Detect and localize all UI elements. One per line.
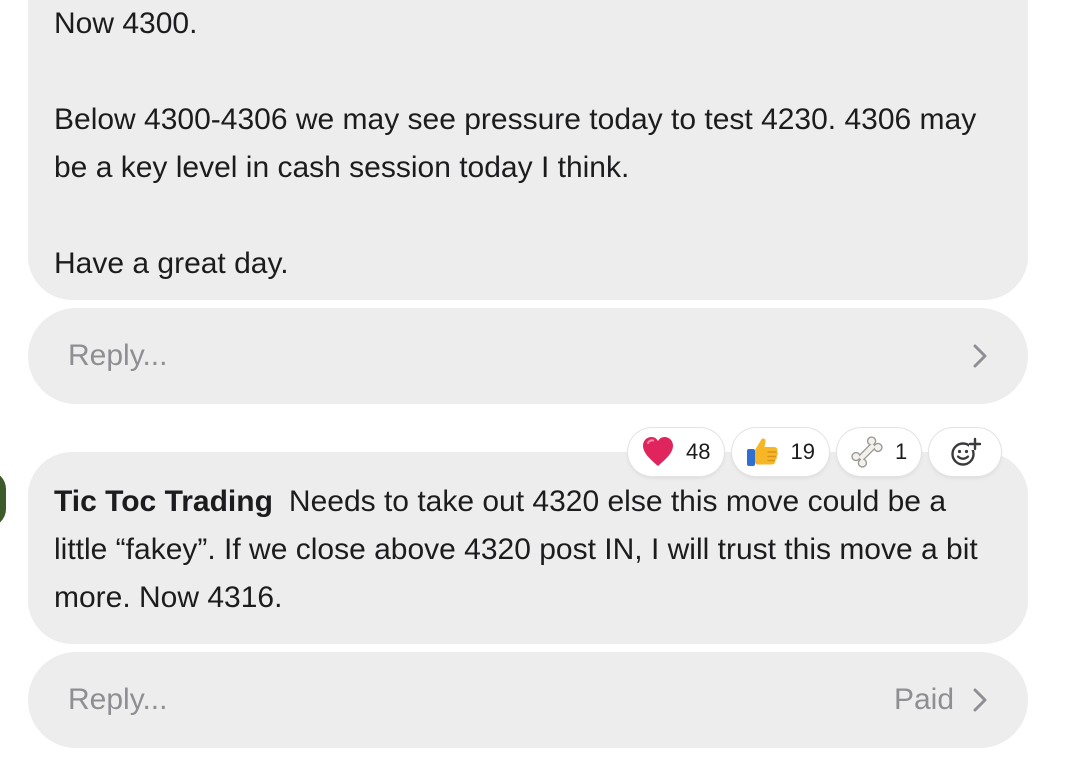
reply-actions: Paid xyxy=(894,683,988,717)
reply-bar[interactable]: Reply... Paid xyxy=(28,652,1028,748)
add-reaction-button[interactable] xyxy=(929,428,1002,476)
message-paragraph: Have a great day. xyxy=(54,247,289,280)
message-bubble: Tic Toc Trading Needs to take out 4320 el… xyxy=(28,452,1028,644)
reaction-thumbs-up[interactable]: 19 xyxy=(732,428,829,476)
message-paragraph: Now 4300. xyxy=(54,7,198,40)
reaction-bar: 48 19 1 xyxy=(628,428,1002,476)
thumbs-up-icon xyxy=(747,438,779,466)
reaction-heart[interactable]: 48 xyxy=(628,428,725,476)
add-reaction-icon xyxy=(951,437,982,466)
chevron-right-icon[interactable] xyxy=(972,343,988,369)
bone-icon xyxy=(851,436,883,468)
reply-bar[interactable]: Reply... xyxy=(28,308,1028,404)
reply-placeholder: Reply... xyxy=(68,683,168,716)
reply-actions xyxy=(972,343,988,369)
reaction-count: 48 xyxy=(686,439,711,464)
paid-label: Paid xyxy=(893,683,954,716)
reaction-bone[interactable]: 1 xyxy=(836,428,922,476)
message-body: Tic Toc Trading Needs to take out 4320 el… xyxy=(54,478,1002,622)
reply-placeholder: Reply... xyxy=(68,339,168,372)
heart-icon xyxy=(643,437,673,466)
avatar[interactable] xyxy=(0,471,6,527)
message-paragraph: Below 4300-4306 we may see pressure toda… xyxy=(54,103,985,184)
message-author[interactable]: Tic Toc Trading xyxy=(54,485,273,518)
reaction-count: 1 xyxy=(894,439,908,464)
reaction-count: 19 xyxy=(790,439,815,464)
chevron-right-icon[interactable] xyxy=(972,687,988,713)
message-bubble-previous: Now 4300. Below 4300-4306 we may see pre… xyxy=(28,0,1028,300)
